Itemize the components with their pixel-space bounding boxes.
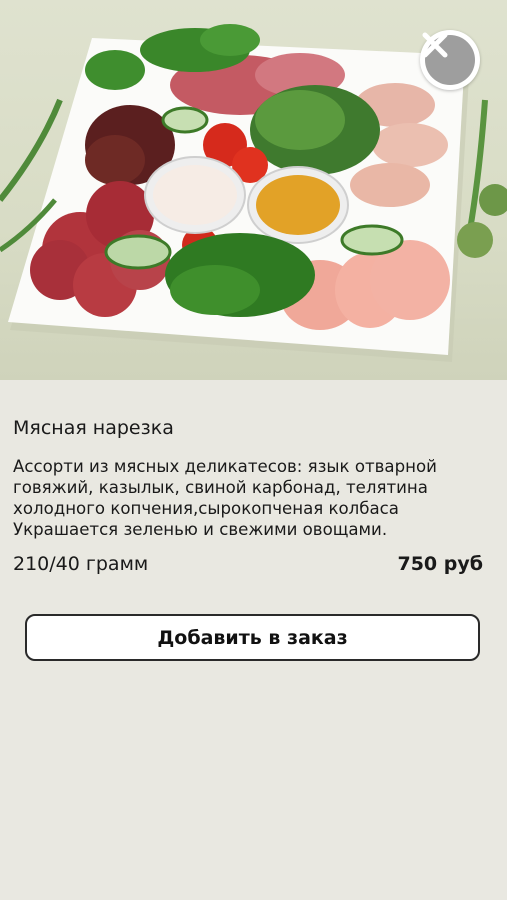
close-button[interactable] xyxy=(420,30,480,90)
dish-title: Мясная нарезка xyxy=(13,417,174,439)
add-to-order-button[interactable]: Добавить в заказ xyxy=(25,614,480,661)
dish-price: 750 руб xyxy=(397,553,483,575)
dish-photo xyxy=(0,0,507,380)
dish-meta: 210/40 грамм 750 руб xyxy=(13,552,483,576)
dish-description: Ассорти из мясных деликатесов: язык отва… xyxy=(13,457,437,539)
close-icon xyxy=(422,32,475,85)
dish-details: Мясная нарезка Ассорти из мясных деликат… xyxy=(13,380,493,576)
dish-weight: 210/40 грамм xyxy=(13,553,149,575)
